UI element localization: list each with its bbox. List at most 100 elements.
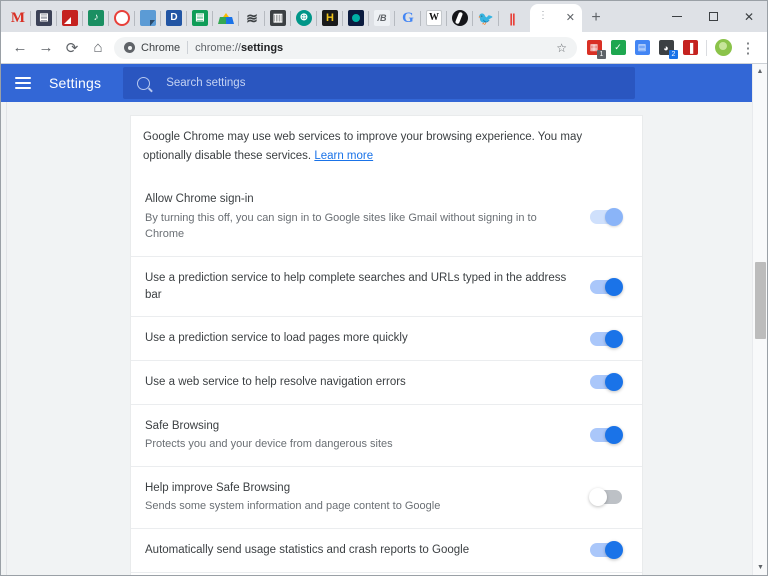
extension-red-icon[interactable]: ▦ 1	[583, 37, 606, 59]
pinned-tab[interactable]: ⊕	[290, 4, 317, 32]
pinned-tab[interactable]	[212, 4, 239, 32]
settings-header: Settings Search settings	[1, 64, 752, 102]
settings-row-text: Use a web service to help resolve naviga…	[143, 374, 576, 391]
pinned-tab[interactable]: ▤	[186, 4, 213, 32]
chrome-menu-icon[interactable]: ⋮	[735, 35, 761, 61]
reload-icon[interactable]: ⟳	[59, 35, 85, 61]
page-viewport: Settings Search settings Google Chrome m…	[1, 64, 767, 575]
extension-icons: ▦ 1 ✓ ▤ ◕ 2 ▐	[582, 37, 702, 59]
learn-more-link[interactable]: Learn more	[314, 150, 373, 162]
settings-row-description: Protects you and your device from danger…	[145, 438, 393, 451]
pinned-tab[interactable]: ♪	[82, 4, 109, 32]
pinned-tab[interactable]: ||	[498, 4, 525, 32]
toggle-knob	[605, 373, 623, 392]
scrollbar-thumb[interactable]	[755, 262, 766, 339]
pinned-tab[interactable]: H	[316, 4, 343, 32]
music-note-icon: ♪	[88, 10, 104, 26]
settings-card: Google Chrome may use web services to im…	[131, 116, 642, 575]
left-rail-divider	[6, 102, 7, 575]
pinned-tab[interactable]: W	[420, 4, 447, 32]
settings-toggle[interactable]	[590, 208, 623, 227]
settings-row: Use a prediction service to help complet…	[131, 257, 642, 318]
settings-toggle[interactable]	[590, 541, 623, 560]
url-prefix: chrome://	[195, 41, 241, 54]
settings-row-title: Allow Chrome sign-in	[145, 193, 254, 206]
search-settings-box[interactable]: Search settings	[123, 67, 636, 99]
bank-building-icon: ▥	[270, 10, 286, 26]
pinned-tab[interactable]: M	[5, 4, 31, 32]
settings-toggle[interactable]	[590, 277, 623, 296]
extension-glyph: ▐	[682, 40, 698, 55]
pinned-tab[interactable]: D	[160, 4, 187, 32]
hamburger-icon[interactable]	[15, 77, 31, 89]
eye-icon	[348, 10, 364, 26]
google-g-icon: G	[402, 10, 414, 26]
toggle-knob	[605, 329, 623, 348]
tab-close-icon[interactable]: ✕	[566, 12, 575, 24]
wikipedia-icon: W	[426, 10, 442, 26]
settings-toggle[interactable]	[590, 329, 623, 348]
settings-toggle[interactable]	[589, 488, 622, 507]
pinned-tab[interactable]	[108, 4, 135, 32]
google-sheets-icon: ▤	[192, 10, 208, 26]
scroll-down-icon[interactable]: ▼	[753, 560, 767, 575]
settings-row-title: Use a web service to help resolve naviga…	[145, 375, 406, 388]
bookmark-star-icon[interactable]: ☆	[556, 41, 567, 55]
extension-book-icon[interactable]: ▤	[631, 37, 653, 59]
address-bar[interactable]: Chrome chrome://settings ☆	[114, 36, 577, 59]
pinned-tab[interactable]: 🐦	[472, 4, 499, 32]
back-icon[interactable]: ←	[7, 35, 33, 61]
pinned-tab[interactable]	[134, 4, 161, 32]
parallel-bars-icon: ||	[509, 10, 515, 26]
settings-row-text: Help improve Safe Browsing Sends some sys…	[143, 480, 576, 515]
pinned-tab[interactable]: /B	[368, 4, 395, 32]
pinned-tab[interactable]: G	[394, 4, 421, 32]
toggle-knob	[605, 208, 623, 227]
black-disc-icon	[452, 10, 468, 26]
ab-logo-icon: /B	[374, 10, 390, 26]
browser-toolbar: ← → ⟳ ⌂ Chrome chrome://settings ☆ ▦ 1 ✓ ▤ ◕…	[1, 32, 767, 64]
globe-icon: ⊕	[296, 10, 312, 26]
intro-text: Google Chrome may use web services to im…	[143, 128, 622, 165]
opera-circle-icon	[114, 10, 130, 26]
scroll-up-icon[interactable]: ▲	[753, 64, 767, 79]
extension-glyph: ✓	[610, 40, 626, 55]
omnibox-site-label: Chrome	[141, 41, 181, 54]
google-drive-icon	[218, 10, 234, 26]
settings-rows: Allow Chrome sign-in By turning this off,…	[131, 178, 642, 575]
avatar[interactable]	[712, 37, 734, 59]
password-manager-icon: ▤	[36, 10, 52, 26]
minimize-button[interactable]	[659, 1, 695, 32]
extension-globe-icon[interactable]: ◕ 2	[655, 37, 678, 59]
pinned-tab[interactable]	[446, 4, 473, 32]
maximize-button[interactable]	[695, 1, 731, 32]
page-scrollbar[interactable]: ▲ ▼	[752, 64, 767, 575]
red-arrow-icon	[62, 10, 78, 26]
settings-toggle[interactable]	[590, 373, 623, 392]
settings-row: Safe Browsing Protects you and your devic…	[131, 405, 642, 467]
home-icon[interactable]: ⌂	[85, 35, 111, 61]
close-window-button[interactable]: ✕	[731, 1, 767, 32]
extension-check-icon[interactable]: ✓	[607, 37, 629, 59]
toggle-knob	[605, 541, 623, 560]
settings-row-description: By turning this off, you can sign in to …	[145, 211, 537, 241]
active-tab[interactable]: ✕	[530, 4, 582, 32]
pinned-tab[interactable]	[342, 4, 369, 32]
pinned-tab[interactable]: ▤	[30, 4, 57, 32]
search-input[interactable]: Search settings	[166, 77, 245, 89]
pinned-tab[interactable]: ≋	[238, 4, 265, 32]
settings-row: Allow Chrome sign-in By turning this off,…	[131, 178, 642, 257]
pinned-tab[interactable]	[56, 4, 83, 32]
twitter-icon: 🐦	[478, 10, 494, 26]
settings-row: Use a web service to help resolve naviga…	[131, 361, 642, 405]
pinned-tab[interactable]: ▥	[264, 4, 291, 32]
new-tab-button[interactable]: +	[582, 4, 610, 32]
forward-icon[interactable]: →	[33, 35, 59, 61]
settings-row: Help improve Safe Browsing Sends some sys…	[131, 467, 642, 529]
toggle-knob	[589, 488, 607, 507]
layers-icon: ≋	[246, 10, 258, 26]
chrome-page-icon	[124, 42, 135, 53]
settings-row-title: Automatically send usage statistics and …	[145, 543, 470, 556]
extension-redbook-icon[interactable]: ▐	[679, 37, 701, 59]
settings-toggle[interactable]	[590, 426, 623, 445]
